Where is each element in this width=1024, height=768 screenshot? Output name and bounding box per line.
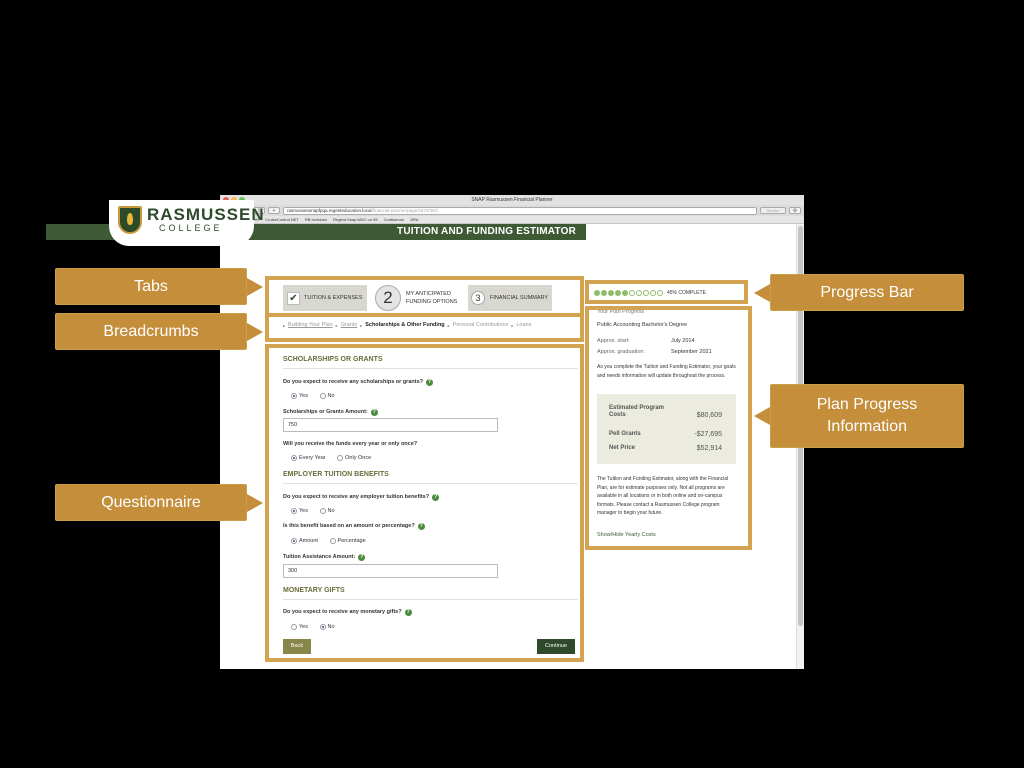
- progress-bar-outline: [585, 280, 748, 304]
- callout-progress-bar: Progress Bar: [770, 274, 964, 311]
- banner-title: TUITION AND FUNDING ESTIMATOR: [397, 226, 576, 237]
- callout-breadcrumbs: Breadcrumbs: [55, 313, 247, 350]
- bookmark-item[interactable]: RB Invisions: [305, 217, 327, 222]
- questionnaire-outline: [265, 344, 584, 662]
- callout-arrow: [754, 284, 770, 302]
- address-toolbar: ◂▸ ☁ ⇪ + rasmussensnapfpqa.regenteducati…: [220, 205, 804, 216]
- bookmark-item[interactable]: Regent.Snap.MVC on 95: [333, 217, 377, 222]
- callout-arrow: [247, 278, 263, 296]
- plan-info-outline: [585, 306, 752, 550]
- title-bar: SNAP Rasmussen Financial Planner: [220, 195, 804, 205]
- url-path: /financial-planner/page/1970/38/1: [371, 208, 439, 213]
- url-field[interactable]: rasmussensnapfpqa.regenteducation.local /…: [283, 206, 757, 215]
- breadcrumbs-outline: [265, 313, 584, 342]
- callout-tabs: Tabs: [55, 268, 247, 305]
- callout-arrow: [247, 494, 263, 512]
- bookmarks-bar: ▭ ☰ Regent HR CruiseControl.NET RB Invis…: [220, 216, 804, 224]
- torch-shield-icon: [118, 206, 142, 234]
- reader-button[interactable]: Reader: [760, 207, 786, 214]
- callout-questionnaire: Questionnaire: [55, 484, 247, 521]
- bookmark-item[interactable]: Confluence: [384, 217, 404, 222]
- url-host: rasmussensnapfpqa.regenteducation.local: [287, 208, 372, 213]
- rasmussen-logo[interactable]: RASMUSSEN COLLEGE: [109, 200, 264, 246]
- tabs-outline: [265, 276, 584, 317]
- callout-plan-info-line1: Plan Progress: [816, 396, 918, 413]
- bookmark-item[interactable]: JIRA: [410, 217, 419, 222]
- settings-gear-icon[interactable]: ⚙: [789, 207, 801, 214]
- callout-arrow: [247, 323, 263, 341]
- new-tab-icon[interactable]: +: [268, 207, 280, 214]
- window-title: SNAP Rasmussen Financial Planner: [471, 197, 553, 203]
- brand-subname: COLLEGE: [159, 223, 223, 233]
- callout-plan-info: Plan Progress Information: [770, 384, 964, 448]
- callout-plan-info-line2: Information: [826, 418, 908, 435]
- brand-name: RASMUSSEN: [147, 205, 265, 224]
- bookmark-item[interactable]: CruiseControl.NET: [265, 217, 299, 222]
- callout-arrow: [754, 407, 770, 425]
